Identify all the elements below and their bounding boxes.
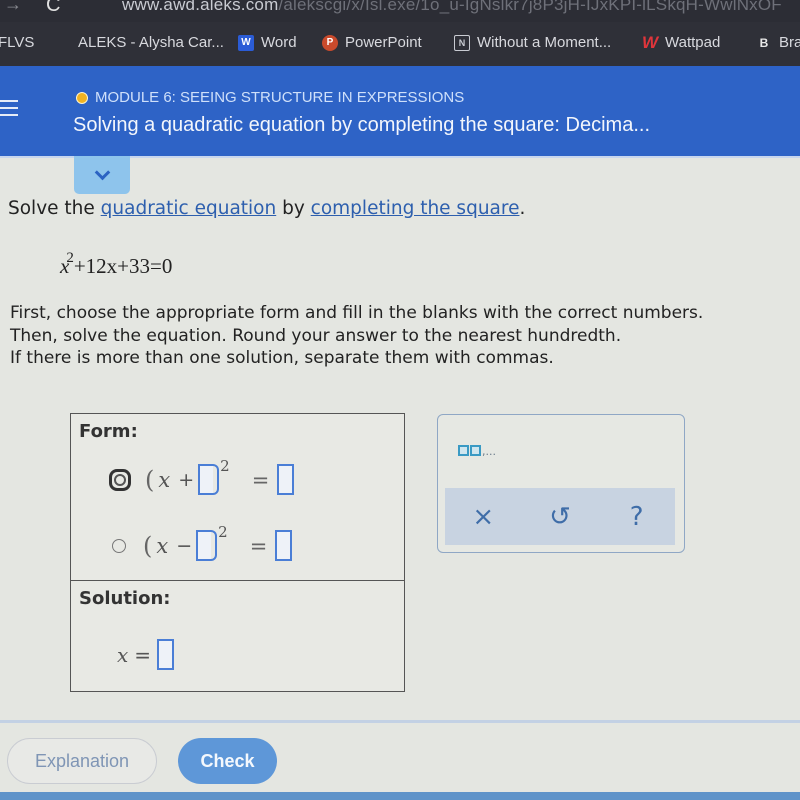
bookmark-powerpoint[interactable]: P PowerPoint — [322, 34, 422, 51]
squared-exponent: 2 — [220, 456, 230, 475]
bookmark-label: FLVS — [0, 34, 35, 51]
bookmark-without-a-moment[interactable]: N Without a Moment... — [454, 34, 611, 51]
variable-x: x — [156, 533, 169, 558]
open-paren: ( — [145, 465, 155, 494]
completing-the-square-link[interactable]: completing the square — [311, 198, 520, 219]
reload-icon[interactable]: C — [46, 0, 60, 17]
math-keypad: ,... × ↺ ? — [437, 414, 685, 553]
module-title: MODULE 6: SEEING STRUCTURE IN EXPRESSION… — [95, 89, 465, 106]
word-icon: W — [238, 34, 254, 51]
form-section: Form: ( x + 2 = ( x − 2 = — [71, 414, 404, 581]
bookmark-aleks[interactable]: ALEKS - Alysha Car... — [78, 34, 224, 51]
bookmark-label: Word — [261, 34, 297, 51]
bookmark-flvs[interactable]: FLVS — [0, 34, 34, 51]
radio-minus-form[interactable] — [112, 538, 126, 553]
bookmark-brainly[interactable]: B Bra — [756, 34, 800, 51]
instructions: First, choose the appropriate form and f… — [10, 302, 703, 370]
radio-plus-form[interactable] — [109, 468, 131, 491]
plus-form-right-input[interactable] — [277, 464, 295, 495]
answer-box-icon — [470, 445, 481, 456]
hamburger-menu-icon[interactable] — [0, 100, 18, 118]
url-host: www.awd.aleks.com — [122, 0, 279, 14]
wattpad-icon: W — [641, 32, 659, 52]
bookmark-label: Wattpad — [665, 34, 721, 51]
back-arrow-icon[interactable]: → — [4, 0, 22, 15]
brainly-icon: B — [759, 35, 769, 50]
module-label: MODULE 6: SEEING STRUCTURE IN EXPRESSION… — [76, 89, 464, 106]
problem-prompt: Solve the quadratic equation by completi… — [8, 198, 525, 219]
prompt-text: Solve the — [8, 198, 101, 219]
form-option-plus: ( x + 2 = — [109, 457, 295, 495]
chevron-down-icon — [94, 164, 110, 180]
solution-input[interactable] — [157, 639, 175, 670]
form-label: Form: — [79, 421, 138, 442]
squared-exponent: 2 — [218, 522, 228, 541]
module-status-dot — [76, 91, 88, 104]
solution-label: Solution: — [79, 588, 171, 609]
lesson-title: Solving a quadratic equation by completi… — [73, 114, 651, 136]
solution-section: Solution: x = — [71, 581, 404, 691]
bottom-bar — [0, 792, 800, 800]
instruction-line: First, choose the appropriate form and f… — [10, 303, 704, 323]
close-paren — [213, 464, 220, 495]
equation-rest: +12x+33=0 — [73, 254, 173, 278]
document-icon: N — [454, 34, 470, 51]
explanation-button[interactable]: Explanation — [7, 738, 157, 784]
answer-panel: Form: ( x + 2 = ( x − 2 = Solution: x = — [70, 413, 405, 692]
prompt-text: by — [276, 198, 311, 219]
url-path: /alekscgi/x/Isl.exe/1o_u-IgNslkr7j8P3jH-… — [278, 0, 782, 14]
plus-form-left-input[interactable] — [198, 464, 214, 495]
undo-icon[interactable]: ↺ — [535, 502, 585, 532]
powerpoint-icon: P — [322, 34, 338, 51]
variable-x: x — [158, 467, 171, 492]
instruction-line: If there is more than one solution, sepa… — [10, 348, 554, 368]
prompt-text: . — [519, 198, 526, 219]
form-option-minus: ( x − 2 = — [109, 523, 293, 561]
instruction-line: Then, solve the equation. Round your ans… — [10, 325, 622, 346]
help-icon[interactable]: ? — [612, 502, 662, 532]
bookmarks-bar: FLVS ALEKS - Alysha Car... W Word P Powe… — [0, 22, 800, 66]
answer-box-icon — [458, 445, 469, 456]
keypad-actions: × ↺ ? — [445, 488, 675, 545]
close-paren — [211, 530, 218, 561]
equation-exponent: 2 — [66, 250, 74, 266]
bookmark-label: Without a Moment... — [477, 34, 612, 51]
lesson-header: MODULE 6: SEEING STRUCTURE IN EXPRESSION… — [0, 70, 800, 156]
bookmark-label: Bra — [779, 34, 800, 51]
equals-sign: = — [251, 467, 270, 492]
browser-address-bar: → C www.awd.aleks.com/alekscgi/x/Isl.exe… — [0, 0, 800, 22]
variable-x: x — [117, 642, 129, 667]
bookmark-wattpad[interactable]: W Wattpad — [641, 32, 721, 52]
equals-sign: = — [134, 642, 152, 667]
minus-operator: − — [176, 534, 193, 557]
minus-form-right-input[interactable] — [275, 530, 293, 561]
bookmark-word[interactable]: W Word — [238, 34, 297, 51]
multi-answer-hint: ,... — [482, 445, 496, 458]
multiple-answers-button[interactable]: ,... — [458, 445, 496, 458]
url-field[interactable]: www.awd.aleks.com/alekscgi/x/Isl.exe/1o_… — [122, 0, 782, 15]
solution-row: x = — [117, 639, 175, 670]
plus-operator: + — [178, 468, 195, 491]
clear-icon[interactable]: × — [458, 502, 508, 532]
bookmark-label: ALEKS - Alysha Car... — [78, 34, 224, 51]
problem-equation: x2+12x+33=0 — [60, 250, 173, 279]
check-button[interactable]: Check — [178, 738, 277, 784]
minus-form-left-input[interactable] — [196, 530, 212, 561]
quadratic-equation-link[interactable]: quadratic equation — [101, 198, 277, 219]
expand-header-button[interactable] — [74, 156, 130, 194]
bookmark-label: PowerPoint — [345, 34, 422, 51]
open-paren: ( — [143, 531, 153, 560]
footer-divider — [0, 720, 800, 723]
equals-sign: = — [249, 533, 268, 558]
